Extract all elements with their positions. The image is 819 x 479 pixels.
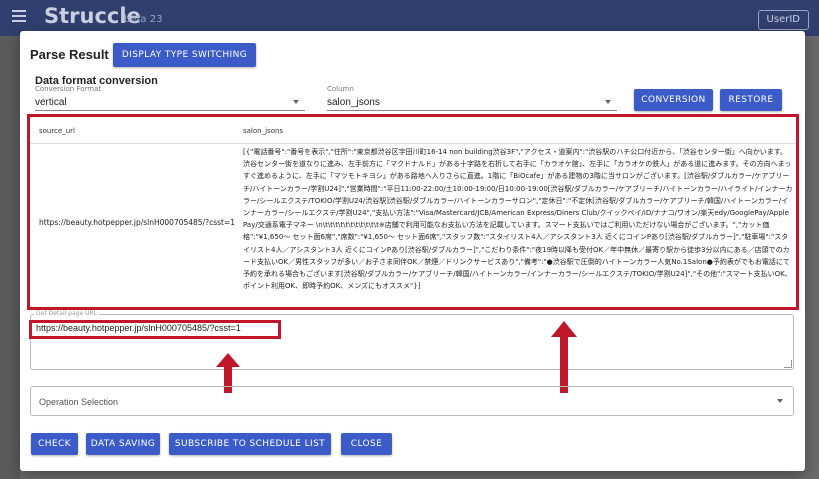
operation-selection-label: Operation Selection xyxy=(39,397,119,407)
column-value: salon_jsons xyxy=(327,97,380,108)
caret-down-icon xyxy=(605,100,611,104)
conversion-button[interactable]: CONVERSION xyxy=(634,89,713,111)
subscribe-schedule-button[interactable]: SUBSCRIBE TO SCHEDULE LIST xyxy=(169,433,331,455)
background-sidebar xyxy=(0,36,20,479)
user-id-button[interactable]: UserID xyxy=(757,10,809,30)
conversion-format-value: vertical xyxy=(35,97,67,108)
url-highlight-frame xyxy=(29,320,281,339)
menu-icon[interactable] xyxy=(12,10,26,22)
close-button[interactable]: CLOSE xyxy=(341,433,392,455)
detail-url-label: Get Detail page URL xyxy=(34,310,99,317)
dialog-title: Parse Result xyxy=(30,47,109,62)
app-version: beta 23 xyxy=(124,14,163,25)
display-type-switching-button[interactable]: DISPLAY TYPE SWITCHING xyxy=(113,43,256,67)
up-arrow-table xyxy=(551,321,577,393)
resize-handle[interactable] xyxy=(784,360,792,368)
column-select[interactable]: Column salon_jsons xyxy=(327,85,617,111)
data-saving-button[interactable]: DATA SAVING xyxy=(86,433,160,455)
operation-selection-select[interactable]: Operation Selection xyxy=(30,386,794,416)
check-button[interactable]: CHECK xyxy=(31,433,78,455)
parse-result-dialog: Parse Result DISPLAY TYPE SWITCHING Data… xyxy=(20,31,805,471)
caret-down-icon xyxy=(293,100,299,104)
restore-button[interactable]: RESTORE xyxy=(720,89,782,111)
conversion-format-select[interactable]: Conversion Format vertical xyxy=(35,85,305,111)
column-label: Column xyxy=(327,85,354,93)
table-highlight-frame xyxy=(27,114,799,310)
caret-down-icon xyxy=(777,399,783,403)
conversion-format-label: Conversion Format xyxy=(35,85,102,93)
